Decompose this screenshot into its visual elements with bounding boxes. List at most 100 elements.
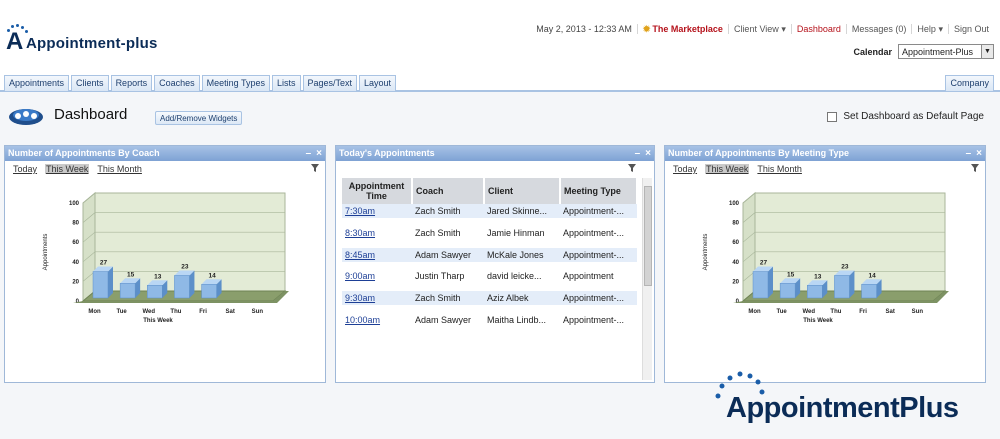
bar-chart-by-meeting-type: 02040608010027Mon15Tue13Wed23Thu14Fri Sat… <box>703 191 949 324</box>
col-client[interactable]: Client <box>484 178 561 204</box>
table-row[interactable]: 8:45am Adam Sawyer McKale Jones Appointment… <box>342 247 637 262</box>
dropdown-arrow-icon: ▼ <box>981 45 993 58</box>
bar[interactable] <box>752 271 769 299</box>
cell-type: Appointment-... <box>560 291 637 305</box>
filter-funnel-icon[interactable] <box>628 164 636 172</box>
panel-appointments-by-meeting-type: Number of Appointments By Meeting Type –… <box>664 145 986 383</box>
panel-title: Number of Appointments By Meeting Type <box>668 148 850 158</box>
calendar-selector: Calendar Appointment-Plus ▼ <box>853 44 994 59</box>
filter-this-month[interactable]: This Month <box>757 164 802 174</box>
close-icon[interactable]: × <box>645 146 651 161</box>
panel-todays-appointments: Today's Appointments – × Appointment Time… <box>335 145 655 383</box>
bar[interactable] <box>92 271 109 299</box>
cell-type: Appointment-... <box>560 204 637 218</box>
app-header: A Appointment-plus May 2, 2013 - 12:33 A… <box>0 0 1000 74</box>
x-tick-label: Sat <box>886 309 895 315</box>
bar-value-label: 23 <box>181 263 189 270</box>
x-axis-label: This Week <box>143 318 173 324</box>
tab-lists[interactable]: Lists <box>271 75 301 91</box>
x-tick-label: Tue <box>117 309 128 315</box>
filter-this-week[interactable]: This Week <box>705 164 750 174</box>
minimize-icon[interactable]: – <box>635 146 641 161</box>
calendar-label: Calendar <box>853 46 892 57</box>
table-row[interactable]: 9:30am Zach Smith Aziz Albek Appointment-..… <box>342 291 637 305</box>
bar[interactable] <box>201 284 217 299</box>
tab-reports[interactable]: Reports <box>110 75 153 91</box>
bar[interactable] <box>807 285 823 299</box>
bar-value-label: 15 <box>787 271 795 278</box>
table-row[interactable]: 8:30am Zach Smith Jamie Hinman Appointment-… <box>342 218 637 248</box>
calendar-select[interactable]: Appointment-Plus ▼ <box>898 44 994 59</box>
y-tick-label: 20 <box>72 279 79 285</box>
table-row[interactable]: 9:00am Justin Tharp david leicke... Appoint… <box>342 262 637 292</box>
cell-time[interactable]: 7:30am <box>342 204 412 218</box>
nav-tabs: Appointments Clients Reports Coaches Meeting… <box>4 75 398 91</box>
filter-row: Today This Week This Month <box>5 161 325 177</box>
cell-client: david leicke... <box>487 271 542 282</box>
tab-coaches[interactable]: Coaches <box>154 75 200 91</box>
tab-layout[interactable]: Layout <box>359 75 397 91</box>
tab-company[interactable]: Company <box>945 75 994 91</box>
tab-meeting-types[interactable]: Meeting Types <box>201 75 270 91</box>
page-title: Dashboard <box>54 106 128 123</box>
bar-value-label: 27 <box>760 260 768 267</box>
filter-funnel-icon[interactable] <box>971 164 979 172</box>
y-axis-label: Appointments <box>703 234 709 271</box>
tab-appointments[interactable]: Appointments <box>4 75 70 91</box>
client-view-menu[interactable]: Client View ▾ <box>727 24 791 34</box>
bar[interactable] <box>119 283 136 299</box>
col-appointment-time[interactable]: Appointment Time <box>342 178 413 204</box>
x-tick-label: Mon <box>88 309 101 315</box>
add-remove-widgets-button[interactable]: Add/Remove Widgets <box>155 111 243 125</box>
panel-title: Number of Appointments By Coach <box>8 148 160 158</box>
col-meeting-type[interactable]: Meeting Type <box>560 178 638 204</box>
panel-appointments-by-coach: Number of Appointments By Coach – × Today… <box>4 145 326 383</box>
cell-time[interactable]: 9:00am <box>342 262 412 292</box>
filter-this-week[interactable]: This Week <box>45 164 90 174</box>
table-row[interactable]: 7:30am Zach Smith Jared Skinne... Appointme… <box>342 204 637 218</box>
minimize-icon[interactable]: – <box>306 146 312 161</box>
x-axis-label: This Week <box>803 318 833 324</box>
filter-this-month[interactable]: This Month <box>97 164 142 174</box>
table-scrollbar[interactable] <box>642 178 652 380</box>
panel-header: Number of Appointments By Meeting Type –… <box>665 146 985 161</box>
cell-time[interactable]: 9:30am <box>342 291 412 305</box>
main-nav: Appointments Clients Reports Coaches Meeting… <box>0 74 1000 92</box>
cell-coach: Justin Tharp <box>415 271 465 282</box>
default-page-checkbox[interactable] <box>827 111 838 122</box>
bar[interactable] <box>147 285 163 299</box>
cell-type: Appointment <box>563 271 614 282</box>
cell-time[interactable]: 8:45am <box>342 247 412 262</box>
tab-clients[interactable]: Clients <box>71 75 109 91</box>
logo[interactable]: A Appointment-plus <box>4 24 158 54</box>
col-coach[interactable]: Coach <box>412 178 485 204</box>
cell-client: Aziz Albek <box>484 291 560 305</box>
help-menu[interactable]: Help ▾ <box>911 24 948 34</box>
dashboard-link[interactable]: Dashboard <box>790 24 846 34</box>
messages-link[interactable]: Messages (0) <box>845 24 912 34</box>
y-tick-label: 100 <box>729 201 740 207</box>
chevron-down-icon: ▾ <box>938 24 943 34</box>
filter-today[interactable]: Today <box>13 164 37 174</box>
close-icon[interactable]: × <box>316 146 322 161</box>
bar[interactable] <box>174 275 190 299</box>
tab-pages-text[interactable]: Pages/Text <box>302 75 358 91</box>
minimize-icon[interactable]: – <box>966 146 972 161</box>
close-icon[interactable]: × <box>976 146 982 161</box>
y-tick-label: 80 <box>72 221 79 227</box>
default-page-option[interactable]: Set Dashboard as Default Page <box>827 111 984 122</box>
cell-time[interactable]: 8:30am <box>342 218 412 248</box>
bar-value-label: 15 <box>127 271 135 278</box>
filter-funnel-icon[interactable] <box>311 164 319 172</box>
cell-time[interactable]: 10:00am <box>342 305 412 335</box>
brand-watermark: AppointmentPlus <box>706 368 996 434</box>
bar[interactable] <box>834 275 850 299</box>
top-bar: May 2, 2013 - 12:33 AM ✹ The Marketplace … <box>531 24 994 34</box>
scrollbar-thumb[interactable] <box>644 186 652 286</box>
bar[interactable] <box>861 284 877 299</box>
marketplace-link[interactable]: ✹ The Marketplace <box>636 24 728 34</box>
sign-out-link[interactable]: Sign Out <box>947 24 994 34</box>
filter-today[interactable]: Today <box>673 164 697 174</box>
table-row[interactable]: 10:00am Adam Sawyer Maitha Lindb... Appoint… <box>342 305 637 335</box>
bar[interactable] <box>779 283 796 299</box>
